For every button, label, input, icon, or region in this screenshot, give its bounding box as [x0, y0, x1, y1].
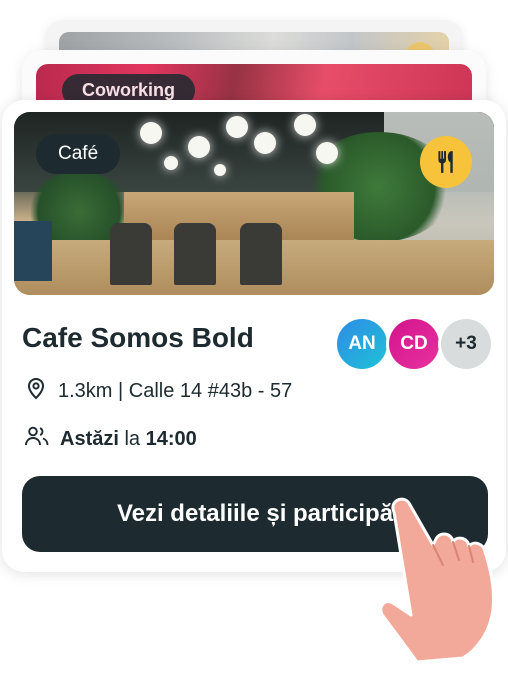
location-text: 1.3km | Calle 14 #43b - 57: [58, 379, 293, 402]
category-badge: Café: [36, 134, 121, 174]
venue-photo: Café: [14, 112, 494, 295]
time-value: 14:00: [145, 427, 197, 450]
day-label: Astăzi: [60, 427, 119, 450]
time-row: Astăzi la 14:00: [24, 424, 197, 454]
venue-name: Cafe Somos Bold: [22, 322, 254, 353]
people-icon: [24, 424, 60, 454]
attendee-avatars[interactable]: AN CD +3: [334, 316, 494, 372]
location-row: 1.3km | Calle 14 #43b - 57: [24, 376, 292, 406]
fork-knife-icon: [420, 136, 472, 188]
time-connector: la: [124, 427, 141, 450]
location-pin-icon: [24, 376, 58, 406]
hand-pointer-icon: [372, 490, 508, 665]
avatar: AN: [334, 316, 390, 372]
more-attendees-count: +3: [438, 316, 494, 372]
avatar: CD: [386, 316, 442, 372]
